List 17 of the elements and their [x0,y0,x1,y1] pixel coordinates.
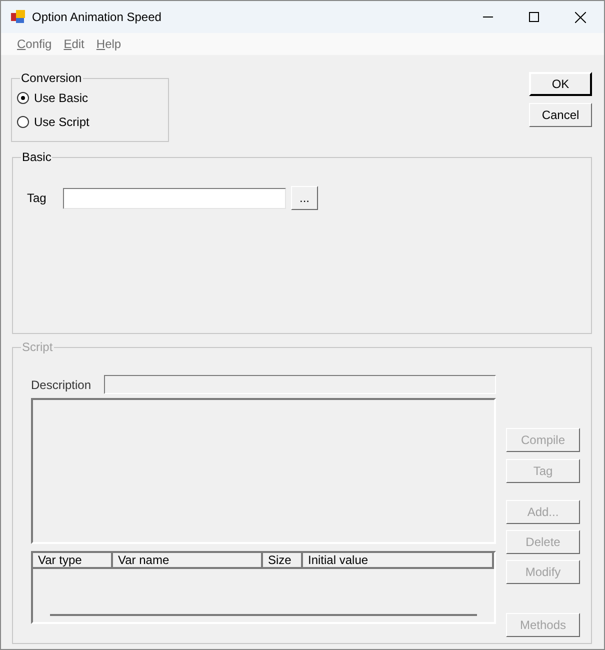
dialog-button[interactable]: OK [529,72,592,96]
dialog-button[interactable]: ... [291,186,318,210]
dialog-button[interactable]: Cancel [529,103,592,127]
description-field[interactable] [104,375,496,394]
close-icon[interactable] [575,12,586,22]
group-title: Script [21,339,54,355]
scroll-bar[interactable] [50,614,477,616]
tag-label: Tag [27,190,48,207]
radio-label[interactable]: Use Script [34,113,90,131]
window-title: Option Animation Speed [32,9,162,26]
maximize-icon[interactable] [529,12,539,22]
radio-button[interactable] [17,92,29,104]
description-label: Description [31,376,92,394]
radio-button[interactable] [17,116,29,128]
tag-input-field[interactable] [63,188,286,208]
app-icon [11,10,25,24]
radio-label[interactable]: Use Basic [34,89,88,107]
